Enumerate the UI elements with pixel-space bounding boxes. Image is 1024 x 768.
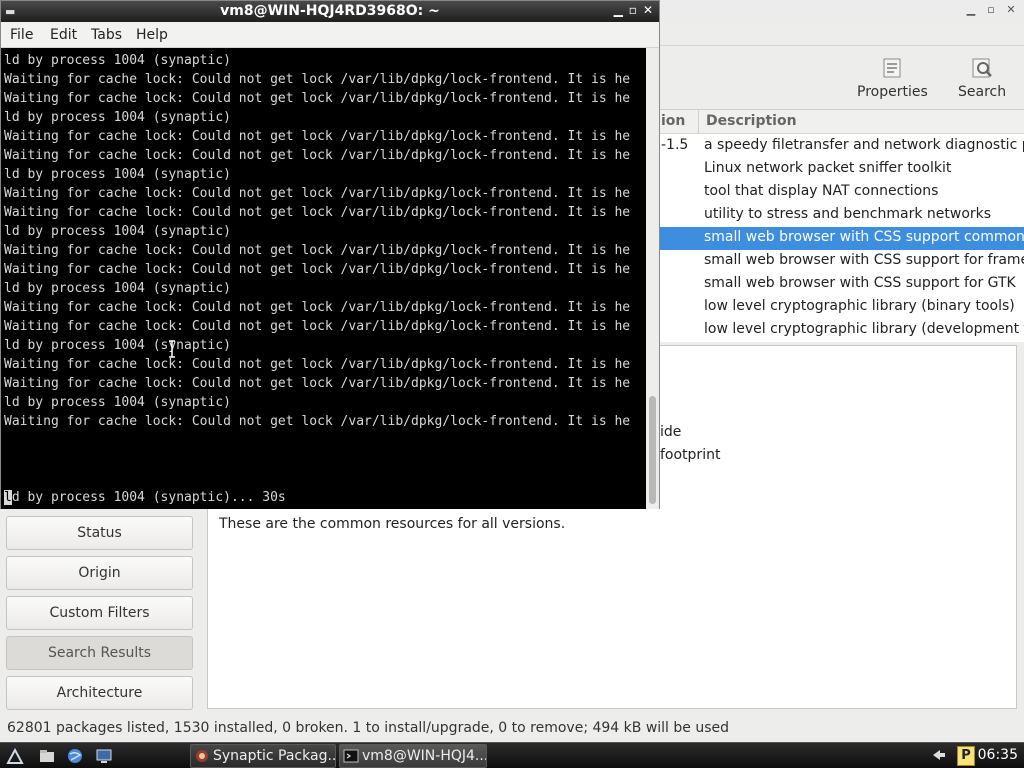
custom-filters-button[interactable]: Custom Filters [6, 596, 193, 630]
clock[interactable]: 06:35 [978, 747, 1018, 763]
terminal-line: Waiting for cache lock: Could not get lo… [4, 319, 631, 334]
minimize-icon[interactable]: ▁ [964, 3, 978, 16]
menu-edit[interactable]: Edit [50, 27, 77, 43]
start-menu-icon[interactable] [6, 747, 24, 765]
show-desktop-icon[interactable] [95, 747, 113, 765]
origin-filter-button[interactable]: Origin [6, 556, 193, 590]
terminal-icon [343, 749, 359, 763]
maximize-icon[interactable]: ▫ [984, 3, 998, 16]
menu-help[interactable]: Help [136, 27, 168, 43]
synaptic-statusbar: 62801 packages listed, 1530 installed, 0… [0, 716, 1024, 742]
properties-icon [883, 58, 901, 78]
terminal-output[interactable]: ld by process 1004 (synaptic) Waiting for… [1, 48, 646, 509]
terminal-line: Waiting for cache lock: Could not get lo… [4, 72, 631, 87]
terminal-line: Waiting for cache lock: Could not get lo… [4, 205, 631, 220]
tray-expand-icon[interactable] [932, 749, 946, 761]
package-description: a speedy filetransfer and network diagno… [704, 137, 1024, 153]
search-results-button[interactable]: Search Results [6, 636, 193, 670]
terminal-line: ld by process 1004 (synaptic) [4, 224, 231, 239]
text-cursor-icon [169, 340, 175, 358]
package-description: small web browser with CSS support for G… [704, 275, 1016, 291]
status-filter-button[interactable]: Status [6, 516, 193, 550]
menu-tabs[interactable]: Tabs [91, 27, 122, 43]
terminal-scrollbar[interactable] [646, 48, 659, 509]
menu-file[interactable]: File [10, 27, 33, 43]
package-description: low level cryptographic library (develop… [704, 321, 1024, 337]
terminal-line: Waiting for cache lock: Could not get lo… [4, 91, 631, 106]
close-icon[interactable]: ✕ [1004, 3, 1018, 16]
terminal-line: Waiting for cache lock: Could not get lo… [4, 414, 631, 429]
details-text-fragment: ide [660, 424, 682, 440]
terminal-line: ld by process 1004 (synaptic) [4, 395, 231, 410]
web-browser-icon[interactable] [66, 747, 84, 765]
package-description: small web browser with CSS support commo… [704, 229, 1024, 245]
package-description: tool that display NAT connections [704, 183, 939, 199]
terminal-line: Waiting for cache lock: Could not get lo… [4, 357, 631, 372]
details-text-fragment: footprint [660, 447, 721, 463]
terminal-line: ld by process 1004 (synaptic) [4, 281, 231, 296]
taskbar-terminal-label: vm8@WIN-HQJ4... [362, 748, 487, 764]
terminal-title: vm8@WIN-HQJ4RD3968O: ~ [220, 3, 440, 19]
terminal-line: ld by process 1004 (synaptic) [4, 53, 231, 68]
taskbar-synaptic-label: Synaptic Packag... [213, 748, 336, 764]
package-version: -1.5 [661, 137, 689, 153]
desktop: ▁ ▫ ✕ Properties Search ion Description … [0, 0, 1024, 768]
minimize-icon[interactable]: ▁ [614, 3, 623, 17]
terminal-window: ▬ vm8@WIN-HQJ4RD3968O: ~ ▁ ▫ ✕ File Edit… [0, 0, 660, 509]
terminal-cursor: l [4, 490, 12, 505]
taskbar: Synaptic Packag... vm8@WIN-HQJ4... P 06:… [0, 742, 1024, 768]
terminal-line: Waiting for cache lock: Could not get lo… [4, 300, 631, 315]
synaptic-icon [196, 750, 208, 762]
close-icon[interactable]: ✕ [643, 3, 653, 17]
terminal-titlebar[interactable]: ▬ vm8@WIN-HQJ4RD3968O: ~ ▁ ▫ ✕ [1, 1, 659, 22]
search-label: Search [958, 84, 1007, 100]
terminal-line: Waiting for cache lock: Could not get lo… [4, 243, 631, 258]
terminal-line: Waiting for cache lock: Could not get lo… [4, 129, 631, 144]
search-icon [972, 58, 992, 78]
synaptic-window-controls: ▁ ▫ ✕ [964, 3, 1018, 16]
column-header-description[interactable]: Description [706, 113, 797, 129]
package-description: small web browser with CSS support for f… [704, 252, 1024, 268]
terminal-line: ld by process 1004 (synaptic) [4, 338, 231, 353]
terminal-line-current: ld by process 1004 (synaptic)... 30s [4, 488, 286, 507]
properties-label: Properties [857, 84, 928, 100]
terminal-line: ld by process 1004 (synaptic) [4, 110, 231, 125]
terminal-line: Waiting for cache lock: Could not get lo… [4, 186, 631, 201]
taskbar-synaptic[interactable]: Synaptic Packag... [190, 744, 336, 768]
details-description: These are the common resources for all v… [219, 516, 566, 532]
file-manager-icon[interactable] [38, 747, 56, 765]
scrollbar-thumb[interactable] [649, 396, 656, 504]
maximize-icon[interactable]: ▫ [629, 3, 637, 17]
tray-badge[interactable]: P [957, 746, 975, 766]
package-description: Linux network packet sniffer toolkit [704, 160, 952, 176]
terminal-line-text: d by process 1004 (synaptic)... 30s [11, 490, 286, 505]
taskbar-terminal[interactable]: vm8@WIN-HQJ4... [339, 744, 487, 768]
search-button[interactable]: Search [958, 56, 1006, 100]
package-description: utility to stress and benchmark networks [704, 206, 992, 222]
column-header-version[interactable]: ion [661, 113, 685, 129]
terminal-window-controls: ▁ ▫ ✕ [614, 3, 653, 17]
column-divider[interactable] [698, 110, 699, 134]
terminal-line: Waiting for cache lock: Could not get lo… [4, 262, 631, 277]
terminal-line: ld by process 1004 (synaptic) [4, 167, 231, 182]
terminal-menubar: File Edit Tabs Help [1, 22, 659, 48]
terminal-line: Waiting for cache lock: Could not get lo… [4, 148, 631, 163]
architecture-filter-button[interactable]: Architecture [6, 676, 193, 710]
package-description: low level cryptographic library (binary … [704, 298, 1015, 314]
terminal-line: Waiting for cache lock: Could not get lo… [4, 376, 631, 391]
properties-button[interactable]: Properties [857, 56, 928, 100]
